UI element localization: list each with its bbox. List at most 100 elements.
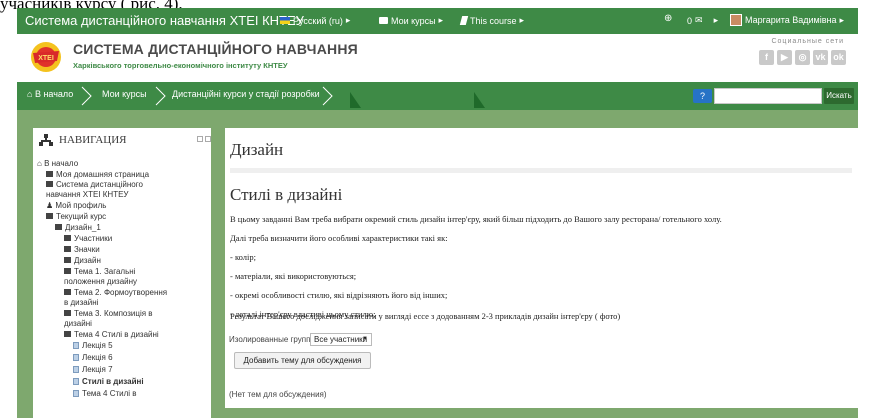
nav-item-topic-3[interactable]: Тема 3. Композиція в [64, 309, 153, 319]
messages-menu[interactable]: 0 ✉ ▸ [687, 15, 718, 26]
nav-item-topic-4-assignment[interactable]: Тема 4 Стилі в [73, 389, 137, 399]
nav-item-badges[interactable]: Значки [64, 245, 100, 255]
caret-right-icon: ▸ [519, 15, 525, 25]
page-title: Дизайн [230, 140, 284, 159]
chevron-right-icon [155, 86, 166, 106]
caret-right-icon: ▸ [345, 15, 351, 25]
folder-icon [64, 235, 71, 241]
courses-icon [379, 17, 388, 24]
file-icon [73, 354, 79, 361]
add-discussion-button[interactable]: Добавить тему для обсуждения [234, 352, 371, 369]
divider [230, 168, 852, 173]
avatar [730, 14, 742, 26]
breadcrumb-my-courses[interactable]: Мои курсы [102, 89, 147, 99]
assignment-icon [73, 390, 79, 397]
caret-right-icon: ▸ [438, 15, 444, 25]
breadcrumb-home[interactable]: ⌂ В начало [27, 89, 73, 99]
user-icon: ♟ [46, 201, 56, 210]
home-icon: ⌂ [37, 159, 45, 168]
group-mode-label: Изолированные группы [229, 335, 317, 344]
flag-icon [280, 17, 290, 24]
section-title: Стилі в дизайні [230, 185, 343, 204]
folder-open-icon [64, 331, 71, 337]
file-icon [73, 366, 79, 373]
message-count: 0 [687, 15, 693, 26]
nav-item-topic-2[interactable]: Тема 2. Формоутворення [64, 288, 167, 298]
folder-open-icon [55, 224, 62, 230]
caret-right-icon: ▸ [839, 14, 845, 25]
folder-icon [64, 310, 71, 316]
envelope-icon: ✉ [695, 15, 703, 25]
nav-item-current-course[interactable]: Текущий курс [46, 212, 106, 222]
nav-item-topic-3-line2[interactable]: дизайні [64, 319, 92, 329]
odnoklassniki-icon[interactable]: ok [831, 50, 846, 65]
my-courses-label: Мои курсы [391, 15, 436, 26]
page-icon [46, 171, 53, 177]
dock-icon[interactable] [197, 136, 203, 142]
language-label: Русский (ru) [293, 15, 343, 26]
nav-item-home[interactable]: ⌂ В начало [37, 159, 78, 169]
description-line: Результат Вашого дослідження записати у … [230, 311, 621, 321]
group-select-value: Все участники [314, 335, 368, 344]
caret-down-icon: ▼ [362, 336, 368, 342]
my-courses-menu[interactable]: Мои курсы ▸ [379, 15, 443, 26]
youtube-icon[interactable]: ▶ [777, 50, 792, 65]
description-line: - окремі особливості стилю, які відрізня… [230, 290, 448, 300]
nav-item-topic-4[interactable]: Тема 4 Стилі в дизайні [64, 330, 159, 340]
navigation-block: НАВИГАЦИЯ ⌂ В начало Моя домашняя страни… [33, 128, 211, 418]
nav-item-profile[interactable]: ♟ Мой профиль [46, 201, 106, 211]
document-caption: учасників курсу ( рис. 4). [0, 0, 183, 13]
top-bar: Система дистанційного навчання ХТЕІ КНТЕ… [17, 8, 858, 34]
facebook-icon[interactable]: f [759, 50, 774, 65]
file-icon [73, 342, 79, 349]
navbar: ⌂ В начало Мои курсы Дистанційні курси у… [17, 82, 858, 110]
nav-item-topic-2-line2[interactable]: в дизайні [64, 298, 98, 308]
this-course-menu[interactable]: This course ▸ [459, 15, 525, 26]
nav-item-dashboard[interactable]: Моя домашняя страница [46, 170, 149, 180]
description-line: - колір; [230, 252, 257, 262]
folder-icon [64, 268, 71, 274]
home-icon: ⌂ [27, 89, 33, 99]
site-header: ХТЕІ СИСТЕМА ДИСТАНЦІЙНОГО НАВЧАННЯ Харк… [17, 34, 858, 82]
nav-item-lecture-7[interactable]: Лекція 7 [73, 365, 113, 375]
settings-icon[interactable]: ⊕ [664, 13, 672, 24]
site-title-link[interactable]: Система дистанційного навчання ХТЕІ КНТЕ… [25, 13, 304, 28]
search-input[interactable] [714, 88, 822, 104]
nav-item-design[interactable]: Дизайн [64, 256, 101, 266]
breadcrumb-category[interactable]: Дистанційні курси у стадії розробки [172, 89, 320, 99]
chevron-right-icon [322, 86, 333, 106]
collapse-icon[interactable] [205, 136, 211, 142]
instagram-icon[interactable]: ◎ [795, 50, 810, 65]
flag-marker [474, 92, 485, 108]
language-menu[interactable]: Русский (ru) ▸ [280, 15, 350, 26]
nav-item-system[interactable]: Система дистанційного [46, 180, 143, 190]
nav-item-system-line2[interactable]: навчання ХТЕІ КНТЕУ [46, 190, 129, 200]
navigation-title: НАВИГАЦИЯ [59, 134, 127, 146]
institute-logo[interactable]: ХТЕІ [29, 39, 63, 75]
search-button[interactable]: Искать [824, 88, 854, 104]
nav-item-lecture-5[interactable]: Лекція 5 [73, 341, 113, 351]
course-icon [459, 16, 469, 25]
group-select[interactable]: Все участники ▼ [310, 333, 372, 346]
description-line: В цьому завданні Вам треба вибрати окрем… [230, 214, 722, 224]
chevron-right-icon [81, 86, 92, 106]
description-line: Далі треба визначити його особливі харак… [230, 233, 448, 243]
nav-item-topic-1[interactable]: Тема 1. Загальні [64, 267, 135, 277]
svg-text:ХТЕІ: ХТЕІ [38, 55, 54, 62]
folder-icon [64, 246, 71, 252]
brand-title: СИСТЕМА ДИСТАНЦІЙНОГО НАВЧАННЯ [73, 41, 358, 57]
description-line: - матеріали, які використовуються; [230, 271, 357, 281]
help-button[interactable]: ? [693, 89, 712, 103]
nav-item-participants[interactable]: Участники [64, 234, 112, 244]
nav-item-course-design1[interactable]: Дизайн_1 [55, 223, 101, 233]
navigation-header: НАВИГАЦИЯ [39, 134, 127, 146]
main-content: Дизайн Стилі в дизайні В цьому завданні … [225, 128, 858, 408]
nav-item-topic-1-line2[interactable]: положення дизайну [64, 277, 137, 287]
folder-icon [64, 257, 71, 263]
nav-item-lecture-6[interactable]: Лекція 6 [73, 353, 113, 363]
block-controls[interactable] [197, 136, 211, 142]
nav-item-styles-active[interactable]: Стилі в дизайні [73, 377, 144, 387]
user-menu[interactable]: Маргарита Вадимівна ▸ [730, 14, 844, 26]
vk-icon[interactable]: vk [813, 50, 828, 65]
sitemap-icon [39, 134, 53, 146]
